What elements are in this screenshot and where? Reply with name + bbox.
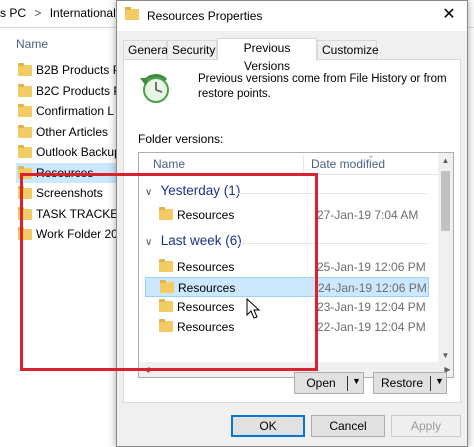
folder-icon bbox=[18, 206, 32, 220]
group-divider bbox=[237, 193, 427, 194]
folder-icon bbox=[159, 319, 173, 332]
properties-dialog: Resources Properties ✕ General Security … bbox=[116, 0, 468, 447]
column-header-name[interactable]: Name bbox=[153, 157, 185, 171]
explorer-item-selected[interactable]: Resources bbox=[16, 162, 126, 183]
tab-previous-versions[interactable]: Previous Versions bbox=[217, 38, 317, 73]
explorer-item[interactable]: B2C Products P bbox=[16, 81, 126, 102]
tab-general[interactable]: General bbox=[123, 40, 171, 60]
open-split-button[interactable]: Open ▼ bbox=[294, 372, 364, 394]
folder-icon bbox=[18, 83, 32, 97]
explorer-item[interactable]: B2B Products P bbox=[16, 60, 126, 81]
version-row-selected[interactable]: Resources 24-Jan-19 12:06 PM bbox=[145, 277, 429, 297]
explorer-item[interactable]: Other Articles bbox=[16, 122, 126, 143]
explorer-item[interactable]: TASK TRACKER bbox=[16, 204, 126, 225]
dropdown-arrow-icon[interactable]: ▼ bbox=[352, 376, 361, 386]
file-history-icon bbox=[140, 74, 169, 103]
explorer-item[interactable]: Screenshots bbox=[16, 183, 126, 204]
scroll-up-icon[interactable]: ▲ bbox=[438, 153, 453, 168]
folder-icon bbox=[18, 165, 32, 179]
version-row[interactable]: Resources 27-Jan-19 7:04 AM bbox=[145, 205, 429, 225]
folder-icon bbox=[125, 7, 139, 20]
version-row[interactable]: Resources 25-Jan-19 12:06 PM bbox=[145, 257, 429, 277]
folder-icon bbox=[18, 63, 32, 76]
version-row[interactable]: Resources 23-Jan-19 12:04 PM bbox=[145, 297, 429, 317]
versions-listview: Name Date modified ⌄ ∨ Yesterday (1) Res… bbox=[138, 152, 454, 378]
close-icon[interactable]: ✕ bbox=[437, 4, 461, 26]
dropdown-arrow-icon[interactable]: ▼ bbox=[435, 376, 444, 386]
version-row[interactable]: Resources 22-Jan-19 12:04 PM bbox=[145, 317, 429, 337]
tab-customize[interactable]: Customize bbox=[317, 40, 379, 60]
group-divider bbox=[237, 243, 427, 244]
folder-icon bbox=[159, 259, 173, 272]
explorer-item[interactable]: Work Folder 20 bbox=[16, 224, 126, 245]
group-header-last-week[interactable]: ∨ Last week (6) bbox=[145, 233, 242, 248]
folder-versions-label: Folder versions: bbox=[138, 132, 224, 146]
tab-strip: General Security Previous Versions Custo… bbox=[123, 38, 463, 73]
sort-arrow-icon: ⌄ bbox=[367, 152, 375, 160]
scroll-thumb[interactable] bbox=[441, 171, 450, 231]
explorer-item[interactable]: Confirmation L bbox=[16, 101, 126, 122]
folder-icon bbox=[18, 124, 32, 138]
mouse-cursor-icon bbox=[246, 298, 261, 319]
chevron-down-icon: ∨ bbox=[145, 237, 153, 248]
vertical-scrollbar[interactable]: ▲ ▼ bbox=[438, 153, 453, 363]
folder-icon bbox=[18, 104, 32, 117]
folder-icon bbox=[18, 227, 32, 240]
explorer-item[interactable]: Outlook Backup bbox=[16, 142, 126, 163]
column-divider[interactable] bbox=[303, 155, 304, 173]
previous-versions-panel: Previous versions come from File History… bbox=[123, 59, 461, 403]
dialog-titlebar[interactable]: Resources Properties ✕ bbox=[117, 1, 467, 31]
apply-button[interactable]: Apply bbox=[391, 415, 461, 437]
address-path: s PC > International bbox=[0, 6, 116, 20]
chevron-down-icon: ∨ bbox=[145, 187, 153, 198]
list-header: Name Date modified ⌄ bbox=[139, 153, 439, 175]
ok-button[interactable]: OK bbox=[231, 415, 305, 437]
folder-icon bbox=[159, 207, 173, 220]
explorer-column-name[interactable]: Name bbox=[16, 37, 48, 51]
folder-icon bbox=[159, 299, 173, 312]
tab-security[interactable]: Security bbox=[167, 40, 217, 60]
folder-icon bbox=[18, 186, 32, 199]
folder-icon bbox=[18, 145, 32, 158]
folder-icon bbox=[160, 280, 174, 293]
dialog-title: Resources Properties bbox=[147, 9, 263, 23]
group-header-yesterday[interactable]: ∨ Yesterday (1) bbox=[145, 183, 240, 198]
info-text: Previous versions come from File History… bbox=[198, 73, 447, 100]
explorer-file-list: B2B Products P B2C Products P Confirmati… bbox=[16, 60, 126, 245]
restore-split-button[interactable]: Restore ▼ bbox=[373, 372, 447, 394]
cancel-button[interactable]: Cancel bbox=[311, 415, 385, 437]
scroll-down-icon[interactable]: ▼ bbox=[438, 348, 453, 363]
scroll-left-icon[interactable]: ◀ bbox=[139, 362, 154, 377]
